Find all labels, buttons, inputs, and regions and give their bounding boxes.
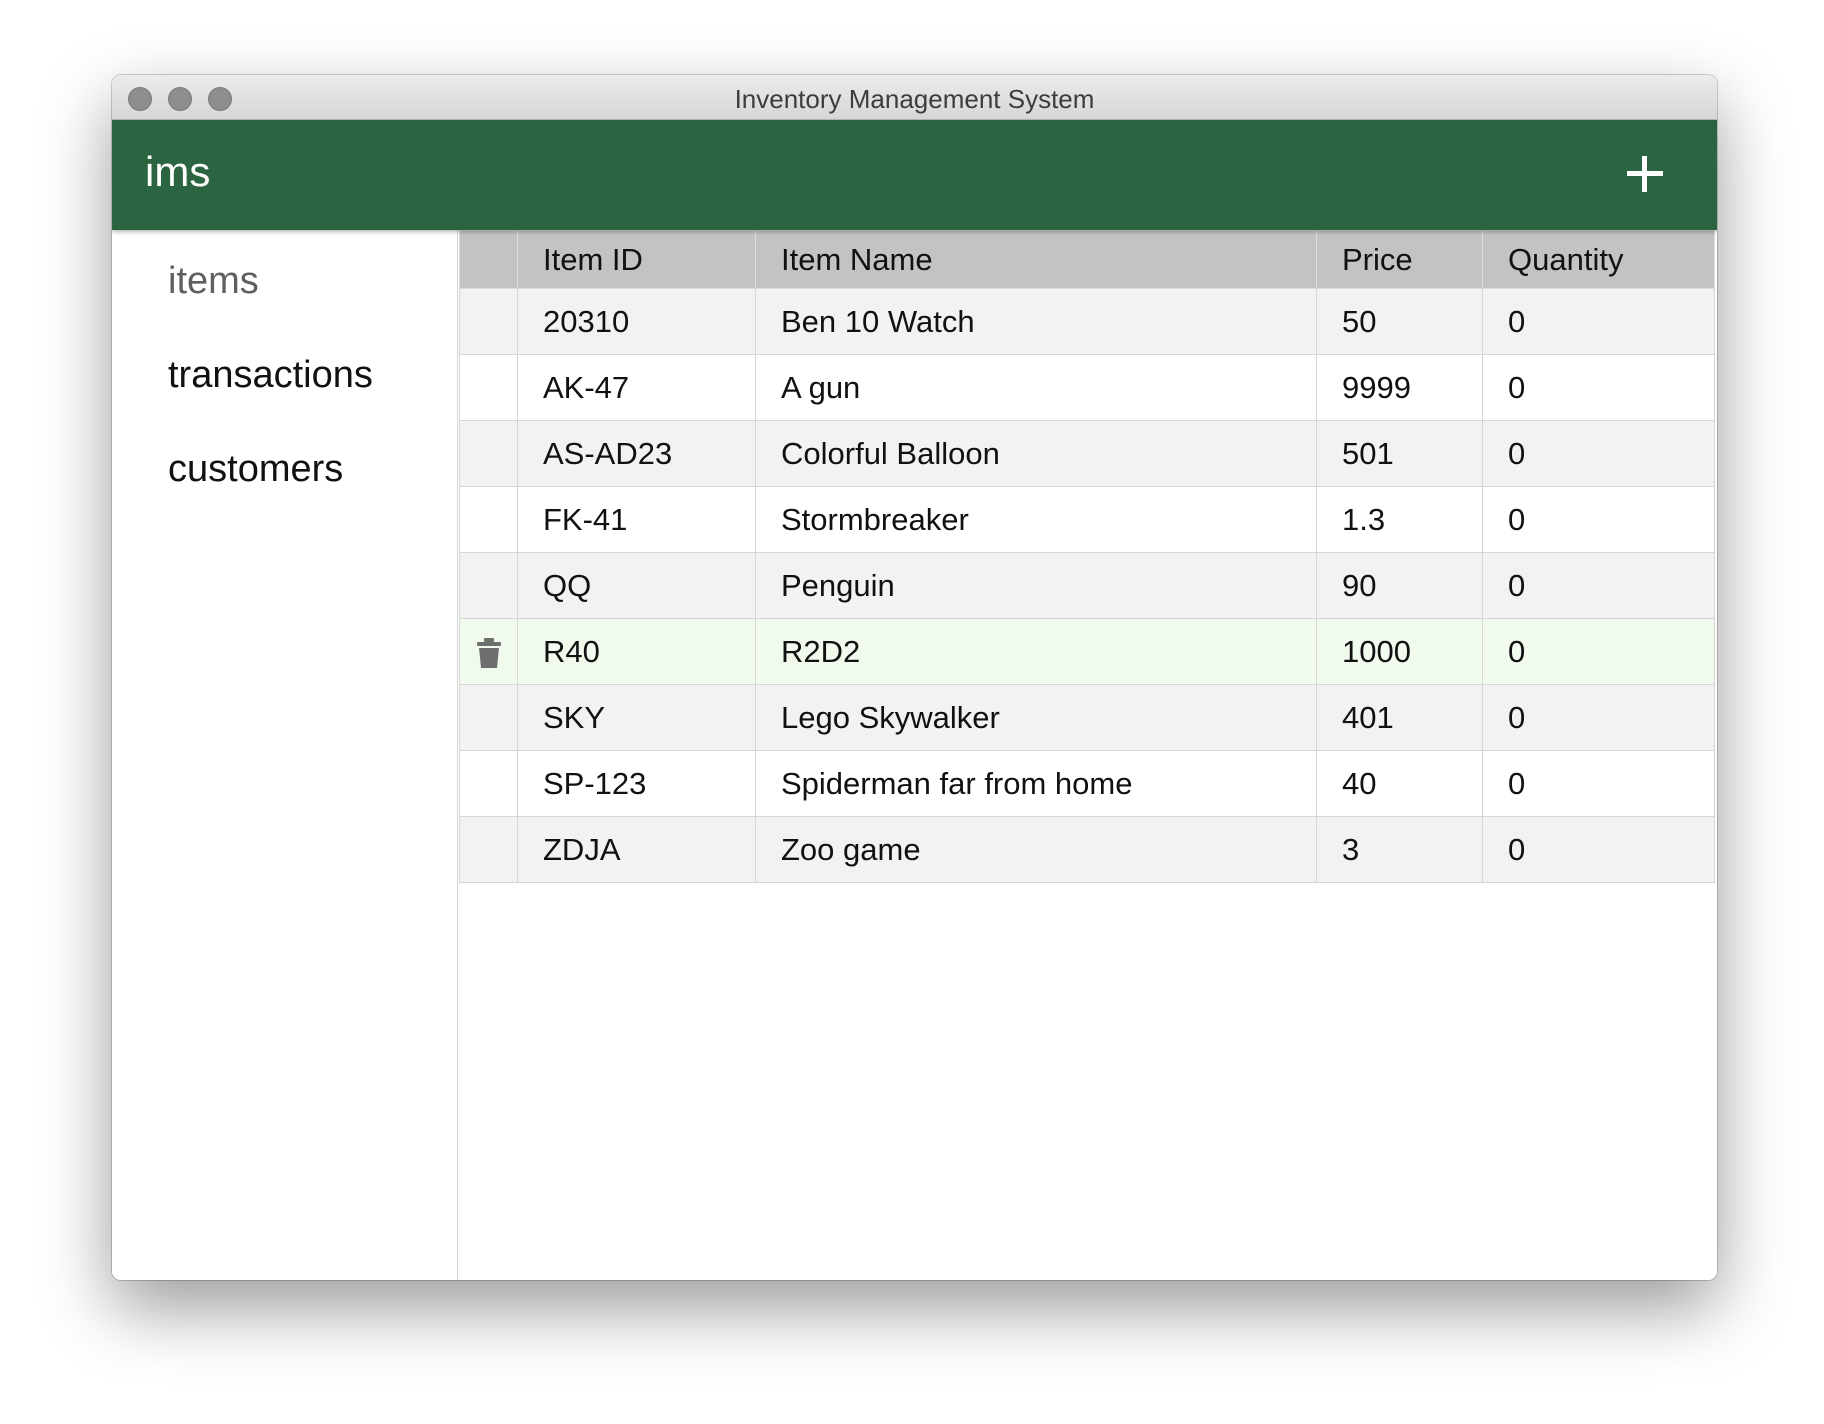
cell-item-id: SKY — [517, 684, 756, 751]
items-table-container: Item ID Item Name Price Quantity 20310 Be… — [459, 230, 1717, 1280]
cell-price: 40 — [1316, 750, 1483, 817]
table-row[interactable]: SP-123 Spiderman far from home 40 0 — [459, 750, 1715, 817]
cell-item-id: AK-47 — [517, 354, 756, 421]
cell-item-name: R2D2 — [755, 618, 1317, 685]
cell-item-name: Lego Skywalker — [755, 684, 1317, 751]
add-item-button[interactable] — [1621, 150, 1669, 198]
row-action-cell — [459, 618, 518, 685]
app-bar: ims — [112, 120, 1717, 230]
row-action-cell — [459, 486, 518, 553]
cell-quantity: 0 — [1482, 750, 1715, 817]
cell-quantity: 0 — [1482, 486, 1715, 553]
row-action-cell — [459, 552, 518, 619]
cell-item-name: Penguin — [755, 552, 1317, 619]
window-title: Inventory Management System — [734, 84, 1095, 114]
column-header-select — [459, 230, 518, 289]
cell-price: 3 — [1316, 816, 1483, 883]
cell-item-name: Spiderman far from home — [755, 750, 1317, 817]
cell-price: 401 — [1316, 684, 1483, 751]
cell-item-id: 20310 — [517, 288, 756, 355]
table-header-row: Item ID Item Name Price Quantity — [459, 230, 1715, 289]
plus-icon — [1627, 156, 1663, 192]
column-header-item-id[interactable]: Item ID — [517, 230, 756, 289]
cell-price: 50 — [1316, 288, 1483, 355]
cell-price: 90 — [1316, 552, 1483, 619]
app-window: Inventory Management System ims items tr… — [112, 75, 1717, 1280]
sidebar-item-customers[interactable]: customers — [168, 448, 343, 491]
app-brand: ims — [145, 148, 211, 195]
cell-item-name: Colorful Balloon — [755, 420, 1317, 487]
cell-quantity: 0 — [1482, 552, 1715, 619]
cell-item-name: A gun — [755, 354, 1317, 421]
table-row[interactable]: SKY Lego Skywalker 401 0 — [459, 684, 1715, 751]
cell-item-id: R40 — [517, 618, 756, 685]
row-action-cell — [459, 684, 518, 751]
column-header-item-name[interactable]: Item Name — [755, 230, 1317, 289]
table-row[interactable]: R40 R2D2 1000 0 — [459, 618, 1715, 685]
cell-price: 501 — [1316, 420, 1483, 487]
table-row[interactable]: FK-41 Stormbreaker 1.3 0 — [459, 486, 1715, 553]
column-header-price[interactable]: Price — [1316, 230, 1483, 289]
cell-price: 1000 — [1316, 618, 1483, 685]
table-row[interactable]: AK-47 A gun 9999 0 — [459, 354, 1715, 421]
cell-quantity: 0 — [1482, 288, 1715, 355]
table-body: 20310 Ben 10 Watch 50 0 AK-47 A gun 9999 0 AS-AD… — [459, 288, 1715, 883]
row-action-cell — [459, 816, 518, 883]
cell-item-name: Stormbreaker — [755, 486, 1317, 553]
sidebar: items transactions customers — [112, 230, 458, 1280]
cell-quantity: 0 — [1482, 816, 1715, 883]
cell-item-id: QQ — [517, 552, 756, 619]
cell-item-id: AS-AD23 — [517, 420, 756, 487]
table-row[interactable]: ZDJA Zoo game 3 0 — [459, 816, 1715, 883]
row-action-cell — [459, 750, 518, 817]
cell-item-name: Zoo game — [755, 816, 1317, 883]
row-action-cell — [459, 354, 518, 421]
column-header-quantity[interactable]: Quantity — [1482, 230, 1715, 289]
cell-item-name: Ben 10 Watch — [755, 288, 1317, 355]
row-action-cell — [459, 288, 518, 355]
cell-quantity: 0 — [1482, 354, 1715, 421]
table-row[interactable]: 20310 Ben 10 Watch 50 0 — [459, 288, 1715, 355]
sidebar-item-transactions[interactable]: transactions — [168, 354, 373, 397]
title-bar: Inventory Management System — [112, 75, 1717, 120]
cell-quantity: 0 — [1482, 684, 1715, 751]
cell-item-id: SP-123 — [517, 750, 756, 817]
cell-item-id: ZDJA — [517, 816, 756, 883]
items-table: Item ID Item Name Price Quantity 20310 Be… — [459, 230, 1715, 883]
cell-item-id: FK-41 — [517, 486, 756, 553]
trash-icon[interactable] — [476, 638, 502, 669]
cell-quantity: 0 — [1482, 618, 1715, 685]
sidebar-item-items[interactable]: items — [168, 260, 259, 303]
row-action-cell — [459, 420, 518, 487]
table-row[interactable]: AS-AD23 Colorful Balloon 501 0 — [459, 420, 1715, 487]
table-row[interactable]: QQ Penguin 90 0 — [459, 552, 1715, 619]
cell-quantity: 0 — [1482, 420, 1715, 487]
cell-price: 9999 — [1316, 354, 1483, 421]
cell-price: 1.3 — [1316, 486, 1483, 553]
